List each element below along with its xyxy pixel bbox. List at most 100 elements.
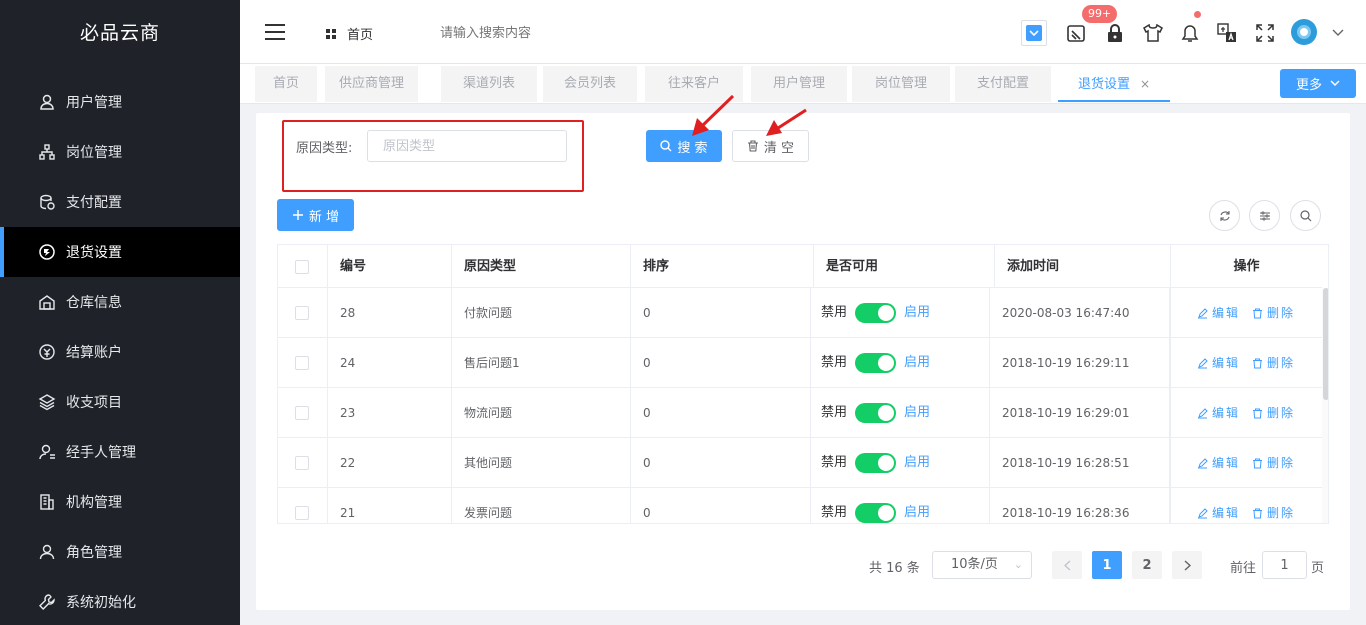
row-checkbox[interactable] xyxy=(295,406,309,420)
tab-member[interactable]: 会员列表 xyxy=(543,66,637,102)
fullscreen-icon[interactable] xyxy=(1254,22,1276,44)
notes-icon[interactable] xyxy=(1065,22,1087,44)
avatar[interactable] xyxy=(1291,19,1317,45)
column-header[interactable]: 排序 xyxy=(631,245,814,288)
column-header[interactable]: 添加时间 xyxy=(995,245,1171,288)
tab-home[interactable]: 首页 xyxy=(255,66,317,102)
table-row[interactable]: 22 其他问题 0 禁用 启用 2018-10-19 16:28:51 编辑 删除 xyxy=(278,438,1322,488)
select-all-checkbox[interactable] xyxy=(295,260,309,274)
breadcrumb[interactable]: 首页 xyxy=(326,24,373,43)
table-row[interactable]: 21 发票问题 0 禁用 启用 2018-10-19 16:28:36 编辑 删除 xyxy=(278,488,1322,523)
switch-on-label[interactable]: 启用 xyxy=(904,338,930,388)
table-row[interactable]: 28 付款问题 0 禁用 启用 2020-08-03 16:47:40 编辑 删除 xyxy=(278,288,1322,338)
column-header[interactable]: 原因类型 xyxy=(452,245,631,288)
enable-switch[interactable] xyxy=(855,353,897,373)
search-icon xyxy=(1299,209,1311,221)
sidebar-item-settlement[interactable]: 结算账户 xyxy=(0,327,240,377)
cell-sort: 0 xyxy=(631,438,811,488)
search-button[interactable]: 搜 索 xyxy=(646,130,722,162)
menu-toggle-icon[interactable] xyxy=(265,24,285,40)
trash-icon xyxy=(1253,508,1263,518)
sidebar-item-payment[interactable]: 支付配置 xyxy=(0,177,240,227)
tab-return-settings[interactable]: 退货设置 × xyxy=(1058,66,1170,102)
scrollbar-thumb[interactable] xyxy=(1323,288,1328,400)
close-icon[interactable]: × xyxy=(1140,77,1150,91)
enable-switch[interactable] xyxy=(855,303,897,323)
delete-label: 删除 xyxy=(1267,356,1296,370)
tab-customer[interactable]: 往来客户 xyxy=(645,66,743,102)
row-checkbox[interactable] xyxy=(295,356,309,370)
switch-off-label[interactable]: 禁用 xyxy=(821,338,847,388)
edit-link[interactable]: 编辑 xyxy=(1197,338,1240,388)
more-button[interactable]: 更多 xyxy=(1280,69,1356,98)
enable-switch[interactable] xyxy=(855,403,897,423)
row-checkbox[interactable] xyxy=(295,306,309,320)
switch-on-label[interactable]: 启用 xyxy=(904,288,930,338)
sidebar-item-income-expense[interactable]: 收支项目 xyxy=(0,377,240,427)
tab-payment[interactable]: 支付配置 xyxy=(955,66,1051,102)
page-button[interactable]: 2 xyxy=(1132,551,1162,579)
row-checkbox[interactable] xyxy=(295,506,309,520)
delete-link[interactable]: 删除 xyxy=(1252,438,1295,488)
column-header[interactable]: 是否可用 xyxy=(814,245,995,288)
bell-icon[interactable] xyxy=(1179,22,1201,44)
lock-icon[interactable] xyxy=(1104,22,1126,44)
edit-link[interactable]: 编辑 xyxy=(1197,488,1240,523)
translate-icon[interactable] xyxy=(1216,22,1238,44)
row-checkbox[interactable] xyxy=(295,456,309,470)
tab-user[interactable]: 用户管理 xyxy=(751,66,847,102)
page-button[interactable]: 1 xyxy=(1092,551,1122,579)
tab-supplier[interactable]: 供应商管理 xyxy=(325,66,418,102)
sidebar-item-warehouse[interactable]: 仓库信息 xyxy=(0,277,240,327)
edit-link[interactable]: 编辑 xyxy=(1197,388,1240,438)
search-icon xyxy=(660,140,672,152)
delete-link[interactable]: 删除 xyxy=(1252,388,1295,438)
sidebar-item-roles[interactable]: 角色管理 xyxy=(0,527,240,577)
warehouse-icon xyxy=(39,295,55,310)
delete-link[interactable]: 删除 xyxy=(1252,338,1295,388)
table-row[interactable]: 23 物流问题 0 禁用 启用 2018-10-19 16:29:01 编辑 删除 xyxy=(278,388,1322,438)
more-label: 更多 xyxy=(1295,78,1322,93)
prev-page-button[interactable] xyxy=(1052,551,1082,579)
cell-enabled: 禁用 启用 xyxy=(811,388,990,438)
sidebar-item-system-init[interactable]: 系统初始化 xyxy=(0,577,240,625)
shirt-icon[interactable] xyxy=(1142,22,1164,44)
tab-label: 用户管理 xyxy=(772,76,825,91)
toggle-search-button[interactable] xyxy=(1290,200,1321,231)
tab-position[interactable]: 岗位管理 xyxy=(852,66,950,102)
column-settings-button[interactable] xyxy=(1249,200,1280,231)
sidebar-item-organizations[interactable]: 机构管理 xyxy=(0,477,240,527)
clear-button[interactable]: 清 空 xyxy=(732,130,809,162)
switch-off-label[interactable]: 禁用 xyxy=(821,438,847,488)
reason-type-input[interactable] xyxy=(367,130,567,162)
add-button[interactable]: 新 增 xyxy=(277,199,354,231)
sidebar-item-return-settings[interactable]: 退货设置 xyxy=(0,227,240,277)
goto-page-input[interactable] xyxy=(1262,551,1307,579)
refresh-button[interactable] xyxy=(1209,200,1240,231)
switch-on-label[interactable]: 启用 xyxy=(904,388,930,438)
table-row[interactable]: 24 售后问题1 0 禁用 启用 2018-10-19 16:29:11 编辑 删除 xyxy=(278,338,1322,388)
sidebar-item-positions[interactable]: 岗位管理 xyxy=(0,127,240,177)
layout-select-icon[interactable] xyxy=(1021,20,1047,46)
delete-link[interactable]: 删除 xyxy=(1252,488,1295,523)
switch-off-label[interactable]: 禁用 xyxy=(821,288,847,338)
page-size-select[interactable]: 10条/页 ⌄ xyxy=(932,551,1032,579)
edit-link[interactable]: 编辑 xyxy=(1197,288,1240,338)
search-input[interactable] xyxy=(440,22,640,44)
row-checkbox-cell xyxy=(278,438,328,488)
sidebar-item-handlers[interactable]: 经手人管理 xyxy=(0,427,240,477)
switch-off-label[interactable]: 禁用 xyxy=(821,488,847,523)
sidebar-item-users[interactable]: 用户管理 xyxy=(0,77,240,127)
chevron-down-icon[interactable] xyxy=(1327,22,1349,44)
switch-off-label[interactable]: 禁用 xyxy=(821,388,847,438)
delete-link[interactable]: 删除 xyxy=(1252,288,1295,338)
column-header[interactable]: 编号 xyxy=(328,245,452,288)
edit-link[interactable]: 编辑 xyxy=(1197,438,1240,488)
enable-switch[interactable] xyxy=(855,503,897,523)
trash-icon xyxy=(747,140,758,152)
switch-on-label[interactable]: 启用 xyxy=(904,438,930,488)
next-page-button[interactable] xyxy=(1172,551,1202,579)
switch-on-label[interactable]: 启用 xyxy=(904,488,930,523)
tab-channel[interactable]: 渠道列表 xyxy=(441,66,537,102)
enable-switch[interactable] xyxy=(855,453,897,473)
